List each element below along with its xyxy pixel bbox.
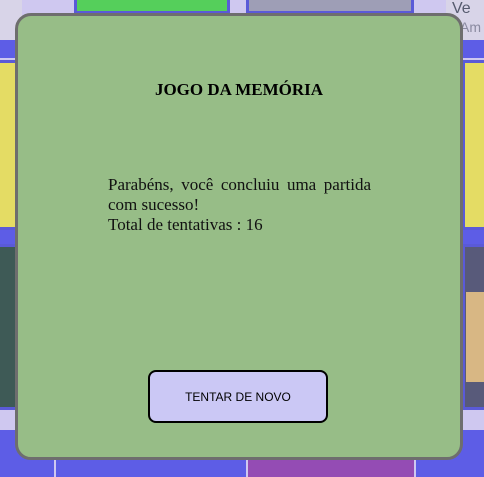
card-peek-line: Am xyxy=(460,19,481,35)
game-complete-modal: JOGO DA MEMÓRIA Parabéns, você concluiu … xyxy=(15,13,463,460)
attempts-count: Total de tentativas : 16 xyxy=(108,215,263,234)
success-text: Parabéns, você concluiu uma partida com … xyxy=(108,175,371,214)
completion-message: Parabéns, você concluiu uma partida com … xyxy=(108,175,371,235)
modal-title: JOGO DA MEMÓRIA xyxy=(154,80,324,99)
memory-card[interactable] xyxy=(246,0,414,14)
memory-card[interactable] xyxy=(462,60,484,230)
memory-card-image xyxy=(466,292,484,382)
memory-card[interactable] xyxy=(74,0,230,14)
retry-button[interactable]: TENTAR DE NOVO xyxy=(148,370,328,423)
